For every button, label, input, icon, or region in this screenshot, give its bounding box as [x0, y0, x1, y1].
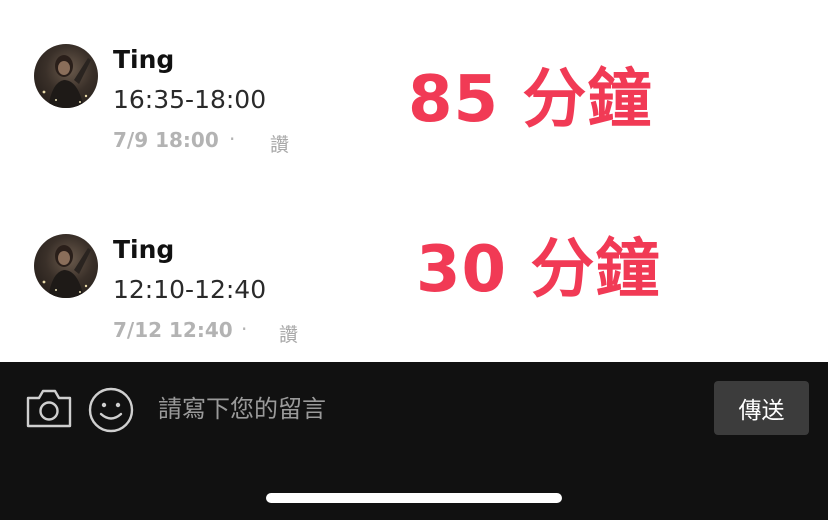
like-button[interactable]: 讚 — [279, 320, 298, 347]
comment-timestamp: 7/12 12:40 — [113, 318, 233, 342]
avatar[interactable] — [34, 234, 98, 298]
camera-icon[interactable] — [24, 386, 74, 430]
meta-separator: · — [229, 127, 236, 151]
comment-item: Ting 16:35-18:00 7/9 18:00 · 讚 85 分鐘 — [0, 0, 828, 156]
like-button[interactable]: 讚 — [270, 130, 289, 157]
comment-author[interactable]: Ting — [113, 235, 174, 264]
home-indicator[interactable] — [266, 493, 562, 503]
comment-timestamp: 7/9 18:00 — [113, 128, 219, 152]
comment-text: 16:35-18:00 — [113, 85, 267, 114]
comment-input[interactable] — [158, 388, 678, 430]
avatar[interactable] — [34, 44, 98, 108]
smiley-icon[interactable] — [87, 386, 135, 434]
duration-annotation: 85 分鐘 — [408, 63, 653, 137]
comment-item: Ting 12:10-12:40 7/12 12:40 · 讚 30 分鐘 — [0, 190, 828, 346]
send-button[interactable]: 傳送 — [714, 381, 809, 435]
duration-annotation: 30 分鐘 — [416, 233, 661, 307]
meta-separator: · — [241, 317, 248, 341]
comment-text: 12:10-12:40 — [113, 275, 267, 304]
comment-author[interactable]: Ting — [113, 45, 174, 74]
